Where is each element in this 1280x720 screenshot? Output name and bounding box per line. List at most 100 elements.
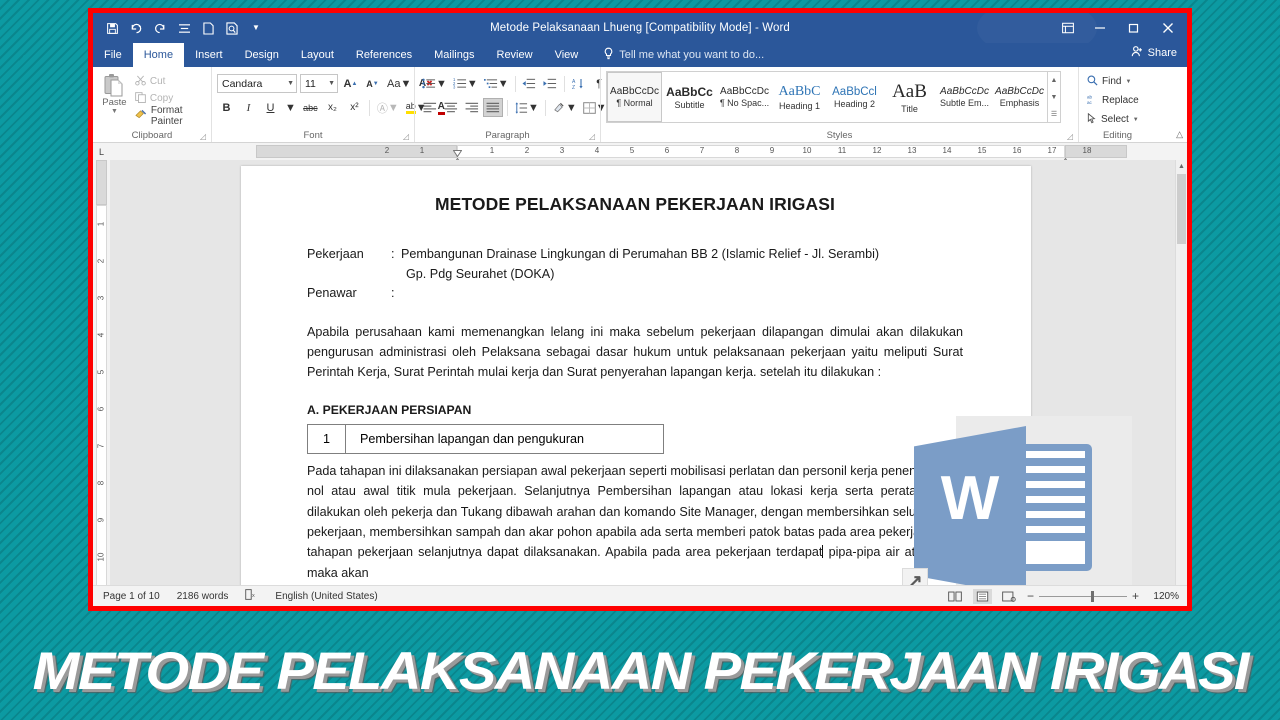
tab-mailings[interactable]: Mailings xyxy=(423,43,485,67)
vertical-ruler[interactable]: 1 2 3 4 5 6 7 8 9 10 xyxy=(93,160,110,585)
zoom-out-button[interactable]: − xyxy=(1027,589,1034,603)
align-right-icon[interactable] xyxy=(462,98,481,117)
subscript-icon[interactable]: x₂ xyxy=(323,98,342,117)
new-document-icon[interactable] xyxy=(197,16,219,40)
tab-design[interactable]: Design xyxy=(234,43,290,67)
zoom-knob[interactable] xyxy=(1090,590,1094,602)
align-center-icon[interactable] xyxy=(441,98,460,117)
bullets-icon[interactable]: ▼ xyxy=(420,74,449,93)
undo-icon[interactable] xyxy=(125,16,147,40)
redo-icon[interactable] xyxy=(149,16,171,40)
gallery-scroll-down-icon[interactable]: ▼ xyxy=(1048,89,1060,106)
underline-dropdown-icon[interactable]: ▼ xyxy=(283,98,298,117)
ribbon-display-options-icon[interactable] xyxy=(1053,15,1083,41)
tab-review[interactable]: Review xyxy=(486,43,544,67)
language-indicator[interactable]: English (United States) xyxy=(275,591,377,602)
style-emphasis[interactable]: AaBbCcDc Emphasis xyxy=(992,72,1047,122)
align-left-icon[interactable] xyxy=(420,98,439,117)
tab-references[interactable]: References xyxy=(345,43,423,67)
proofing-errors-icon[interactable]: x xyxy=(245,589,258,603)
cut-button[interactable]: Cut xyxy=(135,74,206,89)
customize-qat-icon[interactable]: ▼ xyxy=(245,16,267,40)
document-canvas[interactable]: METODE PELAKSANAAN PEKERJAAN IRIGASI Pek… xyxy=(110,160,1187,585)
shrink-font-icon[interactable]: A ▼ xyxy=(363,74,382,93)
collapse-ribbon-icon[interactable]: △ xyxy=(1176,129,1183,140)
increase-indent-icon[interactable] xyxy=(541,74,560,93)
strikethrough-icon[interactable]: abc xyxy=(301,98,320,117)
first-line-indent-marker[interactable] xyxy=(452,144,463,158)
restore-button[interactable] xyxy=(1117,15,1151,41)
read-mode-view-button[interactable] xyxy=(946,589,965,604)
zoom-in-button[interactable]: + xyxy=(1132,589,1139,603)
style-title[interactable]: AaB Title xyxy=(882,72,937,122)
format-painter-button[interactable]: Format Painter xyxy=(135,105,206,127)
superscript-icon[interactable]: x² xyxy=(345,98,364,117)
tab-layout[interactable]: Layout xyxy=(290,43,345,67)
bold-icon[interactable]: B xyxy=(217,98,236,117)
find-button[interactable]: Find ▼ xyxy=(1087,73,1131,90)
close-button[interactable] xyxy=(1151,15,1185,41)
select-button[interactable]: Select ▼ xyxy=(1087,111,1139,128)
clipboard-dialog-launcher[interactable]: ◿ xyxy=(200,132,206,141)
font-dialog-launcher[interactable]: ◿ xyxy=(403,132,409,141)
style-heading-2[interactable]: AaBbCcl Heading 2 xyxy=(827,72,882,122)
style-subtitle[interactable]: AaBbCc Subtitle xyxy=(662,72,717,122)
scroll-up-icon[interactable]: ▲ xyxy=(1176,160,1187,173)
ruler-label: 3 xyxy=(559,146,565,155)
tab-view[interactable]: View xyxy=(544,43,590,67)
grow-font-icon[interactable]: A ▲ xyxy=(341,74,360,93)
line-spacing-icon[interactable]: ▼ xyxy=(512,98,541,117)
tab-home[interactable]: Home xyxy=(132,43,185,67)
minimize-button[interactable] xyxy=(1083,15,1117,41)
styles-dialog-launcher[interactable]: ◿ xyxy=(1067,132,1073,141)
save-icon[interactable] xyxy=(101,16,123,40)
zoom-track[interactable] xyxy=(1038,590,1127,602)
print-preview-icon[interactable] xyxy=(221,16,243,40)
horizontal-ruler[interactable]: 2 1 1 2 3 4 5 6 7 8 9 10 11 12 13 14 15 … xyxy=(110,143,1187,160)
tab-insert[interactable]: Insert xyxy=(184,43,234,67)
print-layout-view-button[interactable] xyxy=(972,588,992,604)
justify-icon[interactable] xyxy=(483,98,503,117)
zoom-level[interactable]: 120% xyxy=(1147,591,1179,602)
shading-icon[interactable]: ▼ xyxy=(550,98,579,117)
style-normal[interactable]: AaBbCcDc ¶ Normal xyxy=(607,72,662,122)
scrollbar-thumb[interactable] xyxy=(1177,174,1186,244)
ruler-label: 15 xyxy=(977,146,987,155)
page-count[interactable]: Page 1 of 10 xyxy=(103,591,160,602)
style-no-spacing[interactable]: AaBbCcDc ¶ No Spac... xyxy=(717,72,772,122)
font-name-combo[interactable]: Candara ▼ xyxy=(217,74,297,93)
style-heading-1[interactable]: AaBbC Heading 1 xyxy=(772,72,827,122)
underline-icon[interactable]: U xyxy=(261,98,280,117)
italic-icon[interactable]: I xyxy=(239,98,258,117)
lines-icon[interactable] xyxy=(173,16,195,40)
title-bar: ▼ Metode Pelaksanaan Lhueng [Compatibili… xyxy=(93,13,1187,43)
vertical-scrollbar[interactable]: ▲ xyxy=(1175,160,1187,585)
share-button[interactable]: Share xyxy=(1131,45,1177,61)
document-table[interactable]: 1 Pembersihan lapangan dan pengukuran xyxy=(307,423,664,454)
change-case-icon[interactable]: Aa ▼ xyxy=(385,74,413,93)
tab-file[interactable]: File xyxy=(93,43,133,67)
font-size-combo[interactable]: 11 ▼ xyxy=(300,74,338,93)
word-count[interactable]: 2186 words xyxy=(177,591,229,602)
zoom-slider[interactable]: − + xyxy=(1027,589,1139,603)
styles-gallery-scrollbar[interactable]: ▲ ▼ ☰ xyxy=(1047,72,1060,122)
numbering-icon[interactable]: 123 ▼ xyxy=(451,74,480,93)
paragraph-dialog-launcher[interactable]: ◿ xyxy=(589,132,595,141)
gallery-more-icon[interactable]: ☰ xyxy=(1048,105,1060,122)
style-subtle-emphasis[interactable]: AaBbCcDc Subtle Em... xyxy=(937,72,992,122)
paste-button[interactable]: Paste ▼ xyxy=(98,71,131,115)
tab-stop-selector[interactable]: L xyxy=(93,143,110,160)
replace-button[interactable]: ab ac Replace xyxy=(1087,92,1139,109)
tell-me-box[interactable]: Tell me what you want to do... xyxy=(603,43,764,67)
left-indent-marker[interactable] xyxy=(453,152,462,160)
text-effects-icon[interactable]: Ⓐ ▼ xyxy=(375,98,401,117)
right-indent-marker[interactable] xyxy=(1061,152,1070,160)
web-layout-view-button[interactable] xyxy=(1000,589,1019,604)
gallery-scroll-up-icon[interactable]: ▲ xyxy=(1048,72,1060,89)
multilevel-list-icon[interactable]: ▼ xyxy=(482,74,511,93)
decrease-indent-icon[interactable] xyxy=(520,74,539,93)
styles-group-label: Styles ◿ xyxy=(826,129,1073,142)
sort-icon[interactable]: AZ xyxy=(569,74,588,93)
format-painter-label: Format Painter xyxy=(150,104,183,127)
ruler-left-margin xyxy=(256,145,457,158)
